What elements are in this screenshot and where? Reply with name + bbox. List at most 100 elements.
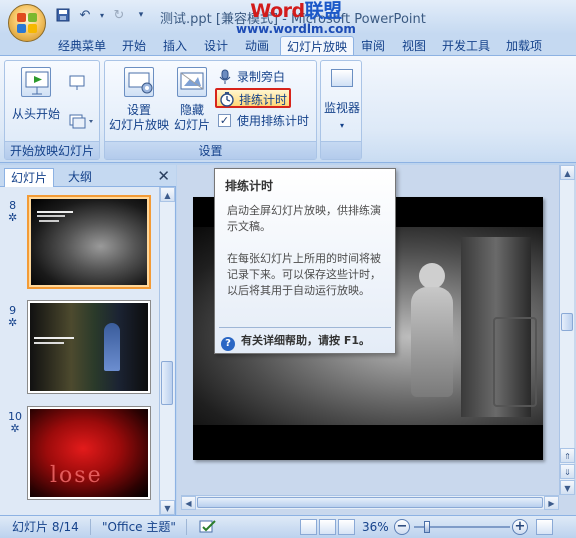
slide-counter: 幻灯片 8/14	[12, 520, 79, 534]
close-icon[interactable]: ✕	[157, 167, 170, 185]
next-slide-icon[interactable]: ⇓	[560, 464, 575, 479]
use-rehearsed-timings-label: 使用排练计时	[237, 114, 310, 128]
slide-image: lose	[30, 409, 148, 497]
hide-slide-button[interactable]: 隐藏 幻灯片	[171, 67, 213, 133]
zoom-slider-thumb[interactable]	[424, 521, 430, 533]
monitor-icon	[331, 69, 353, 87]
office-logo-icon	[17, 13, 37, 33]
slide-number-10: 10 ✲	[8, 411, 22, 435]
tooltip-help: ? 有关详细帮助，请按 F1。	[221, 332, 370, 351]
scroll-down-icon[interactable]: ▼	[560, 480, 575, 495]
use-rehearsed-timings-checkbox[interactable]: ✓ 使用排练计时	[215, 111, 309, 131]
undo-dropdown-icon[interactable]: ▾	[98, 6, 106, 24]
canvas-vertical-scrollbar[interactable]: ▲ ⇑ ⇓ ▼	[559, 165, 575, 495]
slide-sorter-view-icon[interactable]	[319, 519, 336, 535]
slide-thumbnail-9[interactable]	[27, 300, 151, 394]
from-beginning-label: 从头开始	[11, 107, 60, 121]
tab-slides[interactable]: 幻灯片	[4, 168, 55, 187]
scroll-right-icon[interactable]: ▶	[544, 496, 559, 510]
status-divider	[90, 519, 91, 535]
status-divider	[186, 519, 187, 535]
microphone-icon	[217, 69, 233, 85]
tab-view[interactable]: 视图	[396, 36, 432, 56]
monitors-button[interactable]: 监视器 ▾	[323, 67, 361, 133]
normal-view-icon[interactable]	[300, 519, 317, 535]
record-narration-button[interactable]: 录制旁白	[215, 67, 285, 87]
tab-add-ins[interactable]: 加载项	[500, 36, 548, 56]
group-label-monitors	[321, 141, 361, 159]
hide-slide-icon	[177, 67, 207, 97]
zoom-in-icon[interactable]: +	[512, 519, 528, 535]
tab-home[interactable]: 开始	[116, 36, 152, 56]
watermark-brand-word: Word	[250, 0, 305, 22]
group-setup: 设置 幻灯片放映 隐藏 幻灯片 录制旁白 排练计时 ✓ 使用排练计时 设置	[104, 60, 317, 160]
customize-qat-icon[interactable]: ▾	[132, 6, 150, 24]
tab-insert[interactable]: 插入	[157, 36, 193, 56]
group-monitors: 监视器 ▾	[320, 60, 362, 160]
scroll-up-icon[interactable]: ▲	[560, 165, 575, 180]
watermark-brand-union: 联盟	[304, 0, 343, 22]
scroll-down-icon[interactable]: ▼	[160, 500, 175, 515]
slide-number-9: 9 ✲	[8, 305, 17, 329]
stopwatch-icon	[219, 91, 235, 107]
scrollbar-thumb[interactable]	[197, 497, 543, 508]
tab-outline[interactable]: 大纲	[62, 168, 98, 187]
zoom-out-icon[interactable]: −	[394, 519, 410, 535]
rehearse-timings-button[interactable]: 排练计时	[215, 88, 291, 108]
scrollbar-thumb[interactable]	[561, 313, 573, 331]
tooltip-description-2: 在每张幻灯片上所用的时间将被记录下来。可以保存这些计时，以后将其用于自动运行放映…	[227, 252, 381, 297]
tab-animations[interactable]: 动画	[239, 36, 275, 56]
slide-thumbnail-10[interactable]: lose	[27, 406, 151, 500]
slide-thumbnail-8[interactable]	[27, 195, 151, 289]
monitors-dropdown-icon: ▾	[339, 121, 344, 130]
tooltip-divider	[219, 327, 391, 328]
ribbon-tabs: 经典菜单 开始 插入 设计 动画 幻灯片放映 审阅 视图 开发工具 加载项	[0, 34, 576, 56]
slide-show-view-icon[interactable]	[338, 519, 355, 535]
quick-access-toolbar: ↶ ▾ ↻ ▾	[54, 6, 150, 24]
watermark-url: www.wordlm.com	[236, 22, 356, 36]
check-mark-icon: ✓	[218, 114, 231, 127]
canvas-horizontal-scrollbar[interactable]: ◀ ▶	[181, 495, 559, 510]
group-start-slide-show: 从头开始 开始放映幻灯片	[4, 60, 100, 160]
rehearse-timings-label: 排练计时	[239, 93, 288, 107]
slides-pane-scrollbar[interactable]: ▲ ▼	[159, 187, 175, 515]
tab-classic-menu[interactable]: 经典菜单	[52, 36, 112, 56]
setup-show-icon	[124, 67, 154, 97]
tab-design[interactable]: 设计	[198, 36, 234, 56]
redo-icon[interactable]: ↻	[110, 6, 128, 24]
tab-developer[interactable]: 开发工具	[436, 36, 496, 56]
projector-screen-icon	[21, 67, 51, 97]
setup-slide-show-button[interactable]: 设置 幻灯片放映	[109, 67, 169, 133]
record-narration-label: 录制旁白	[237, 70, 286, 84]
from-beginning-button[interactable]: 从头开始	[9, 67, 63, 122]
transition-star-icon: ✲	[8, 316, 18, 329]
tab-outline-label: 大纲	[68, 170, 93, 184]
slide-image	[31, 199, 147, 285]
watermark: Word联盟 www.wordlm.com	[236, 0, 356, 36]
slides-pane: 幻灯片 大纲 ✕ 8 ✲ 9 ✲ 10 ✲ lose ▲ ▼	[0, 165, 176, 515]
from-current-slide-icon[interactable]	[69, 75, 87, 91]
scroll-up-icon[interactable]: ▲	[160, 187, 175, 202]
transition-star-icon: ✲	[10, 422, 20, 435]
theme-name[interactable]: "Office 主题"	[102, 519, 176, 535]
tab-review[interactable]: 审阅	[355, 36, 391, 56]
undo-icon[interactable]: ↶	[76, 6, 94, 24]
setup-slide-show-label: 设置 幻灯片放映	[109, 103, 170, 132]
transition-star-icon: ✲	[8, 211, 18, 224]
slides-pane-tabs: 幻灯片 大纲 ✕	[0, 165, 176, 187]
tab-slide-show[interactable]: 幻灯片放映	[280, 36, 355, 56]
tooltip-help-text: 有关详细帮助，请按 F1。	[241, 334, 370, 347]
zoom-level[interactable]: 36%	[362, 519, 389, 535]
tooltip-description-1: 启动全屏幻灯片放映，供排练演示文稿。	[227, 204, 381, 233]
office-button[interactable]	[8, 4, 46, 42]
previous-slide-icon[interactable]: ⇑	[560, 448, 575, 463]
fit-to-window-icon[interactable]	[536, 519, 553, 535]
custom-slide-show-icon[interactable]	[69, 113, 95, 129]
scroll-left-icon[interactable]: ◀	[181, 496, 196, 510]
scrollbar-thumb[interactable]	[161, 361, 173, 405]
save-icon[interactable]	[54, 6, 72, 24]
slide-number-8: 8 ✲	[8, 200, 17, 224]
tab-slides-label: 幻灯片	[11, 171, 48, 185]
thumbnail-text: lose	[50, 463, 103, 488]
spell-check-icon[interactable]	[198, 519, 218, 535]
